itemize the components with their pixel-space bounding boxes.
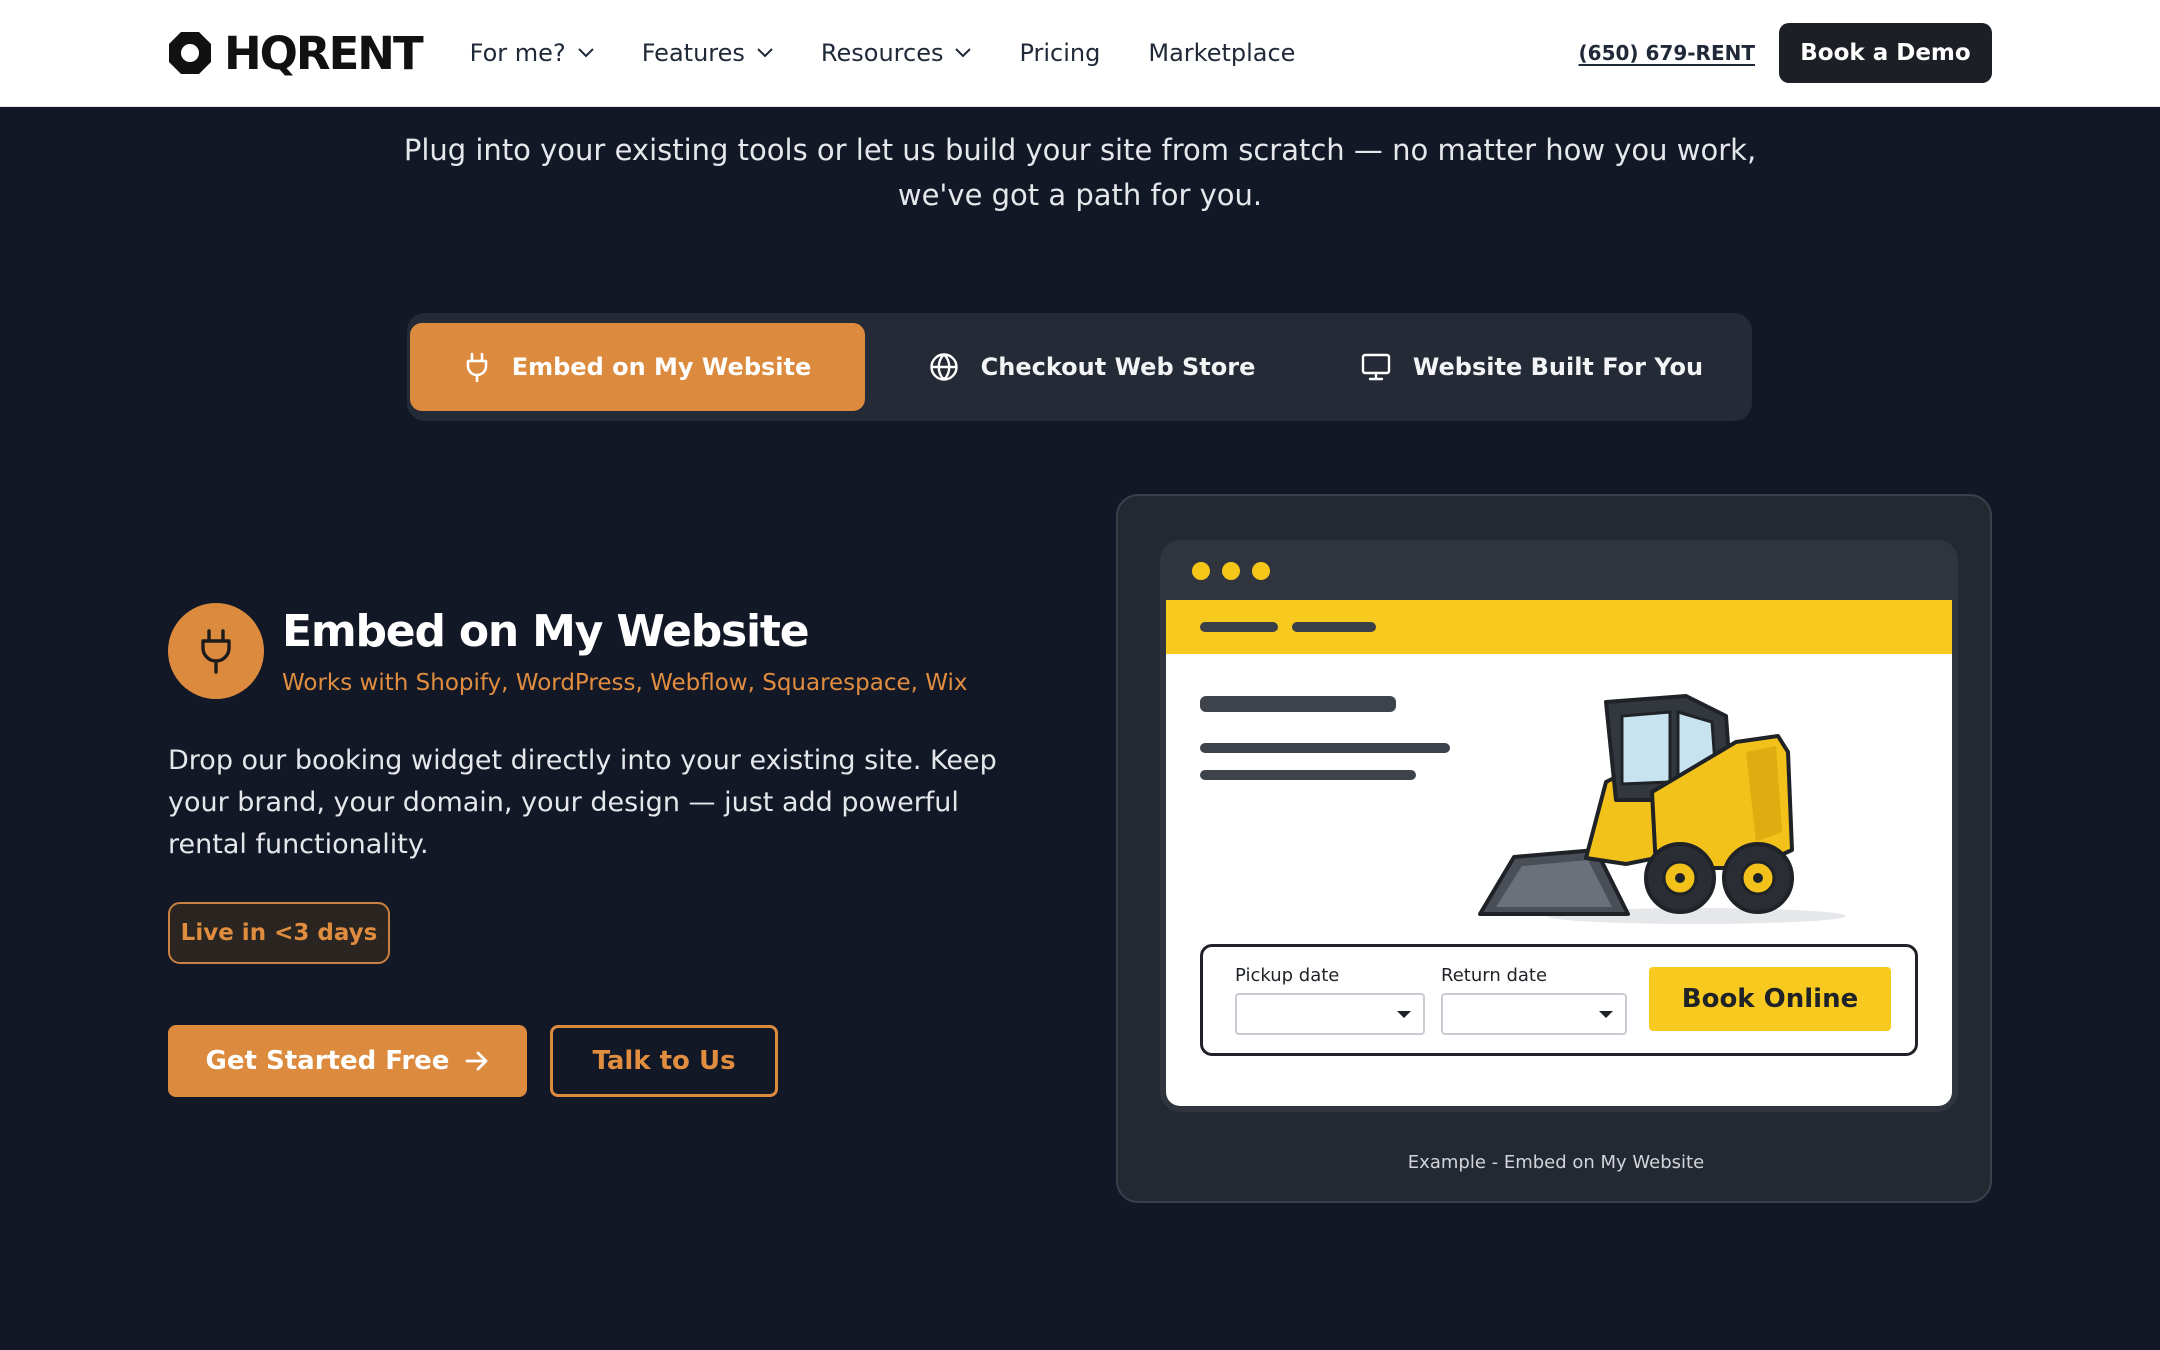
embed-preview-card: Pickup date Return date Book Online Exam…	[1116, 494, 1992, 1203]
return-date-label: Return date	[1441, 965, 1548, 986]
logo-mark-icon	[169, 32, 211, 74]
feature-description: Drop our booking widget directly into yo…	[168, 745, 997, 860]
tagline-line-2: we've got a path for you.	[897, 178, 1263, 212]
window-dot	[1192, 562, 1210, 580]
window-dot	[1252, 562, 1270, 580]
window-dot	[1222, 562, 1240, 580]
book-online-button[interactable]: Book Online	[1649, 967, 1891, 1031]
logo[interactable]: HQRENT	[168, 26, 424, 80]
tab-label: Website Built For You	[1412, 353, 1704, 381]
tab-label: Embed on My Website	[511, 353, 812, 381]
nav-item-pricing[interactable]: Pricing	[1019, 39, 1100, 67]
get-started-button[interactable]: Get Started Free	[168, 1025, 527, 1097]
globe-icon	[929, 353, 958, 381]
arrow-right-icon	[466, 1051, 488, 1071]
placeholder-line	[1200, 770, 1416, 780]
chevron-down-icon	[955, 48, 972, 58]
talk-to-us-button[interactable]: Talk to Us	[550, 1025, 778, 1097]
placeholder-bar	[1292, 622, 1376, 632]
nav-item-label: Features	[641, 39, 745, 67]
placeholder-bar	[1200, 622, 1278, 632]
nav-item-marketplace[interactable]: Marketplace	[1148, 39, 1295, 67]
top-navbar: HQRENT For me? Features Resources Pricin…	[0, 0, 2160, 107]
nav-item-label: Pricing	[1019, 39, 1101, 67]
monitor-icon	[1361, 353, 1391, 381]
book-demo-button[interactable]: Book a Demo	[1779, 23, 1992, 83]
browser-mockup: Pickup date Return date Book Online	[1160, 540, 1958, 1112]
tab-label: Checkout Web Store	[980, 353, 1256, 381]
main-nav: For me? Features Resources Pricing Marke…	[470, 39, 1296, 67]
feature-icon-circle	[168, 603, 264, 699]
chevron-down-icon	[577, 48, 594, 58]
window-dots	[1192, 562, 1270, 580]
logo-text: HQRENT	[224, 26, 424, 80]
nav-item-label: Marketplace	[1148, 39, 1296, 67]
get-started-label: Get Started Free	[205, 1046, 450, 1076]
nav-item-resources[interactable]: Resources	[821, 39, 972, 67]
mock-site: Pickup date Return date Book Online	[1166, 600, 1952, 1106]
pickup-date-label: Pickup date	[1235, 965, 1340, 986]
tagline-line-1: Plug into your existing tools or let us …	[403, 133, 1757, 167]
integration-tabs: Embed on My Website Checkout Web Store W…	[407, 313, 1752, 421]
placeholder-line	[1200, 696, 1396, 712]
nav-actions: (650) 679-RENT Book a Demo	[1579, 23, 1992, 83]
tab-checkout-web-store[interactable]: Checkout Web Store	[877, 323, 1307, 411]
pickup-date-select[interactable]	[1235, 993, 1425, 1035]
plug-icon	[201, 629, 231, 674]
return-date-select[interactable]	[1441, 993, 1627, 1035]
nav-item-label: For me?	[469, 39, 566, 67]
feature-title: Embed on My Website	[282, 606, 810, 657]
nav-item-for-me[interactable]: For me?	[470, 39, 594, 67]
feature-subtitle: Works with Shopify, WordPress, Webflow, …	[282, 670, 968, 696]
nav-item-label: Resources	[820, 39, 944, 67]
chevron-down-icon	[757, 48, 773, 58]
phone-link[interactable]: (650) 679-RENT	[1579, 41, 1755, 65]
booking-widget: Pickup date Return date Book Online	[1200, 944, 1918, 1056]
preview-caption: Example - Embed on My Website	[1407, 1152, 1705, 1173]
mock-site-header	[1166, 600, 1952, 654]
skid-steer-loader-illustration	[1478, 694, 1846, 924]
tab-embed[interactable]: Embed on My Website	[410, 323, 865, 411]
placeholder-line	[1200, 743, 1450, 753]
tab-website-built-for-you[interactable]: Website Built For You	[1327, 323, 1737, 411]
active-tab-indicator	[628, 403, 646, 409]
hero-tagline: Plug into your existing tools or let us …	[380, 128, 1780, 218]
plug-icon	[466, 352, 488, 382]
live-badge: Live in <3 days	[168, 902, 390, 964]
nav-item-features[interactable]: Features	[642, 39, 773, 67]
